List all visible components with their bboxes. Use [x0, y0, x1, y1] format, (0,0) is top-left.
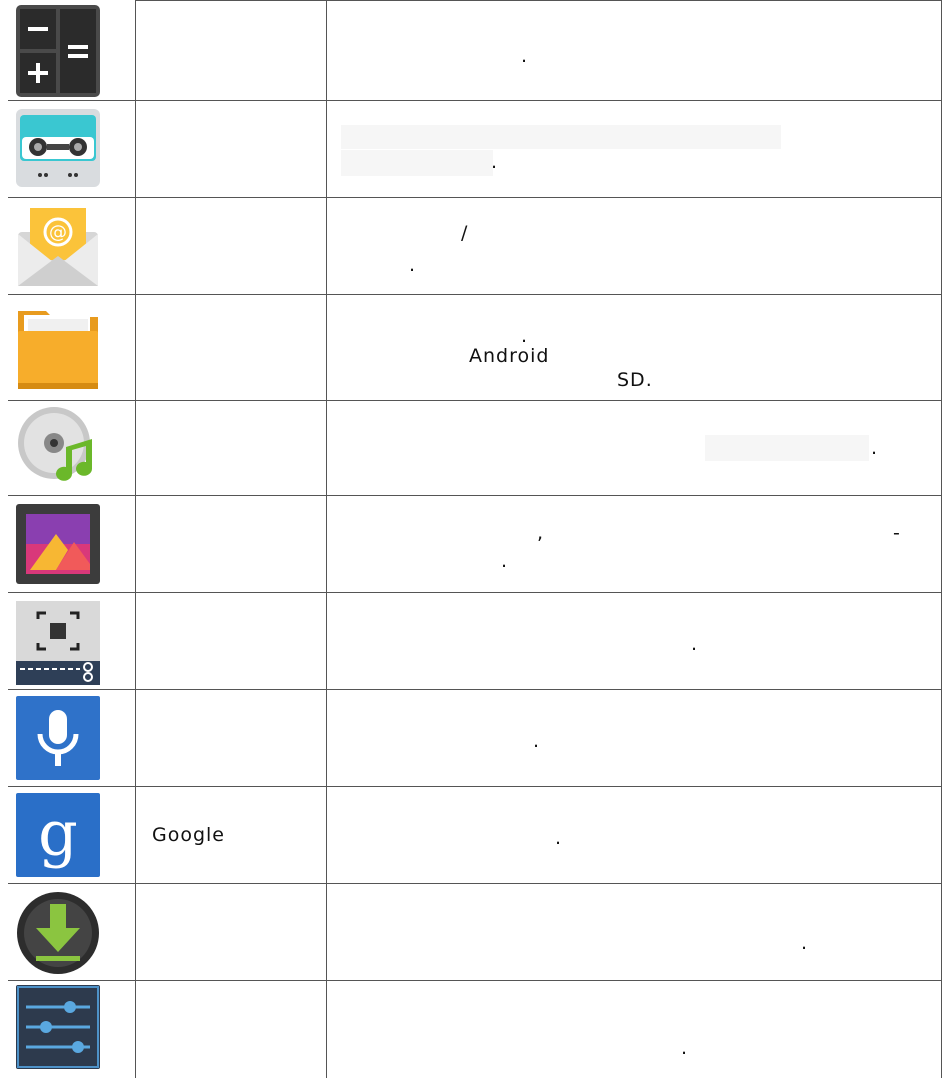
app-name-cell	[135, 980, 327, 1078]
icon-cell: g	[8, 786, 136, 884]
table-row: .	[8, 0, 942, 101]
app-name-cell	[135, 592, 327, 690]
sound-recorder-icon	[16, 109, 100, 187]
app-name-cell	[135, 197, 327, 295]
description-text: .	[501, 550, 509, 572]
description-text: .	[555, 827, 563, 849]
icon-cell	[8, 294, 136, 401]
icon-cell	[8, 592, 136, 690]
icon-cell	[8, 980, 136, 1078]
app-name-cell	[135, 495, 327, 593]
table-row: .	[8, 100, 942, 198]
app-description-cell: .	[326, 786, 942, 884]
voice-search-icon	[16, 696, 100, 780]
table-row: .	[8, 400, 942, 496]
app-name-cell	[135, 883, 327, 981]
calculator-icon	[16, 4, 100, 97]
description-text: SD.	[617, 369, 653, 391]
gallery-icon	[16, 504, 100, 584]
table-row: @ / .	[8, 197, 942, 295]
table-row: .	[8, 883, 942, 981]
description-text: -	[893, 522, 901, 544]
highlight-block	[341, 125, 781, 149]
description-text: .	[521, 325, 529, 347]
description-text: .	[409, 254, 417, 276]
svg-text:g: g	[38, 797, 78, 870]
icon-cell: @	[8, 197, 136, 295]
table-row: .	[8, 980, 942, 1078]
app-description-cell: .	[326, 980, 942, 1078]
table-row: .	[8, 689, 942, 787]
app-description-cell: .	[326, 100, 942, 198]
description-text: .	[871, 437, 879, 459]
description-text: .	[691, 633, 699, 655]
icon-cell	[8, 400, 136, 496]
email-icon: @	[18, 208, 98, 286]
screenshot-icon	[16, 601, 100, 685]
description-text: .	[681, 1037, 689, 1059]
music-icon	[18, 407, 92, 481]
google-search-icon: g	[16, 793, 100, 877]
app-name-cell: Google	[135, 786, 327, 884]
app-description-cell: , - .	[326, 495, 942, 593]
downloads-icon	[17, 892, 99, 974]
table-row: , - .	[8, 495, 942, 593]
description-text: .	[491, 151, 499, 173]
app-description-cell: .	[326, 689, 942, 787]
description-text: Android	[469, 345, 550, 367]
apps-table: . . @ / . . Android SD. . , - . . . g Go…	[8, 0, 942, 1078]
icon-cell	[8, 100, 136, 198]
settings-icon	[16, 985, 100, 1069]
icon-cell	[8, 689, 136, 787]
icon-cell	[8, 0, 136, 101]
table-row: g Google .	[8, 786, 942, 884]
app-name-cell	[135, 689, 327, 787]
app-name-cell	[135, 294, 327, 401]
icon-cell	[8, 883, 136, 981]
description-text: ,	[537, 522, 545, 544]
app-description-cell: . Android SD.	[326, 294, 942, 401]
app-description-cell: .	[326, 0, 942, 101]
table-row: .	[8, 592, 942, 690]
app-name-cell	[135, 0, 327, 101]
highlight-block	[341, 150, 493, 176]
description-text: .	[801, 932, 809, 954]
app-description-cell: .	[326, 883, 942, 981]
app-name-cell	[135, 400, 327, 496]
app-description-cell: .	[326, 400, 942, 496]
app-description-cell: .	[326, 592, 942, 690]
table-row: . Android SD.	[8, 294, 942, 401]
file-manager-icon	[18, 311, 98, 389]
icon-cell	[8, 495, 136, 593]
app-description-cell: / .	[326, 197, 942, 295]
app-name: Google	[152, 824, 226, 846]
description-text: .	[533, 730, 541, 752]
app-name-cell	[135, 100, 327, 198]
description-text: /	[461, 222, 469, 244]
svg-text:@: @	[49, 222, 67, 243]
description-text: .	[521, 45, 529, 67]
highlight-block	[705, 435, 869, 461]
